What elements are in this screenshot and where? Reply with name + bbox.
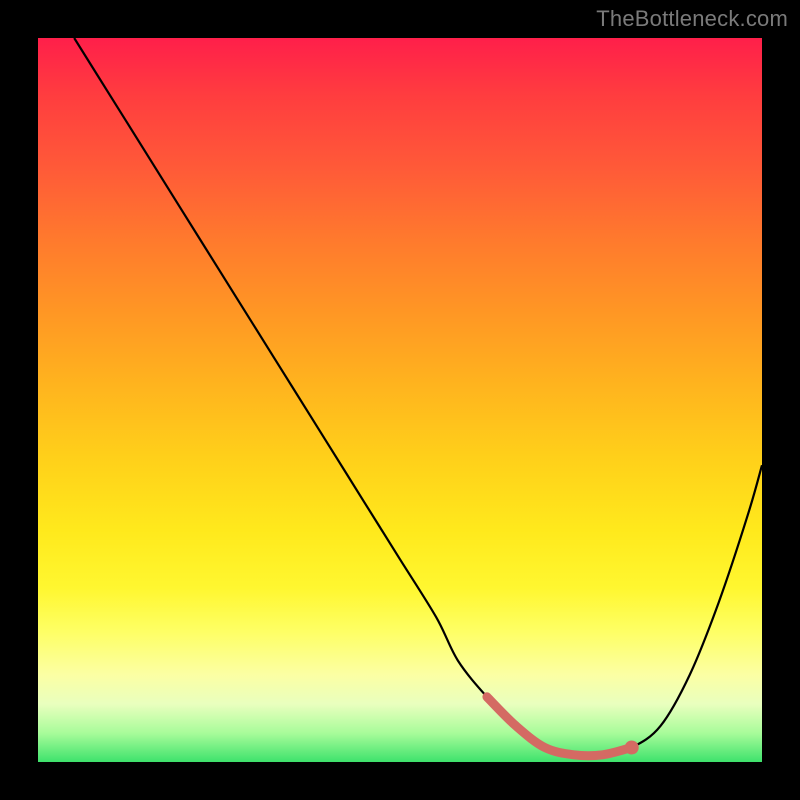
curve-path — [74, 38, 762, 756]
highlight-path — [487, 697, 632, 756]
watermark-text: TheBottleneck.com — [596, 6, 788, 32]
chart-frame: TheBottleneck.com — [0, 0, 800, 800]
plot-area — [38, 38, 762, 762]
bottleneck-curve — [38, 38, 762, 762]
highlight-dot-icon — [625, 741, 639, 755]
